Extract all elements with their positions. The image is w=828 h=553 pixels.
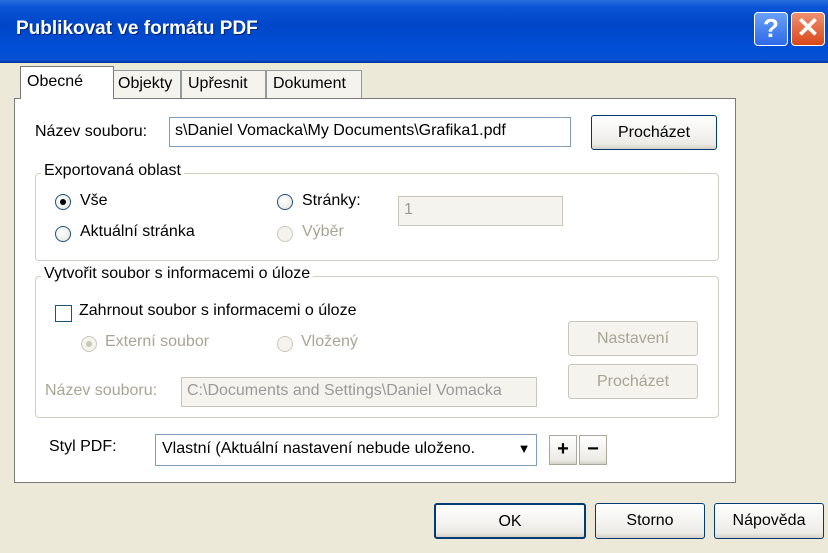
export-area-legend: Exportovaná oblast — [41, 162, 184, 180]
tab-upresnit[interactable]: Upřesnit — [181, 70, 266, 98]
title-bar[interactable]: Publikovat ve formátu PDF ? ✕ — [0, 0, 828, 63]
tab-objekty[interactable]: Objekty — [111, 70, 181, 98]
help-icon[interactable]: ? — [754, 12, 788, 46]
radio-external-file-label: Externí soubor — [105, 333, 210, 350]
tab-obecne[interactable]: Obecné — [20, 66, 114, 99]
settings-button[interactable]: Nastavení — [568, 321, 698, 356]
cancel-button[interactable]: Storno — [595, 503, 705, 539]
ok-button[interactable]: OK — [434, 503, 586, 539]
radio-pages-label: Stránky: — [302, 192, 361, 209]
include-job-info-label: Zahrnout soubor s informacemi o úloze — [79, 302, 357, 319]
radio-pages[interactable] — [277, 194, 293, 210]
pdf-style-value: Vlastní (Aktuální nastavení nebude ulože… — [162, 440, 476, 457]
tab-panel-general: Název souboru: s\Daniel Vomacka\My Docum… — [14, 98, 736, 483]
radio-embedded-label: Vložený — [301, 333, 358, 350]
radio-all[interactable] — [55, 194, 71, 210]
radio-current-page-label: Aktuální stránka — [80, 223, 195, 240]
pdf-style-select[interactable]: Vlastní (Aktuální nastavení nebude ulože… — [155, 434, 537, 466]
include-job-info-checkbox[interactable] — [55, 305, 72, 322]
radio-embedded[interactable] — [277, 336, 293, 352]
close-icon[interactable]: ✕ — [791, 12, 825, 46]
job-browse-button[interactable]: Procházet — [568, 364, 698, 399]
job-filename-input[interactable]: C:\Documents and Settings\Daniel Vomacka — [181, 377, 537, 407]
radio-selection[interactable] — [277, 226, 293, 242]
help-button[interactable]: Nápověda — [714, 503, 824, 539]
radio-all-label: Vše — [80, 192, 108, 209]
radio-current-page[interactable] — [55, 226, 71, 242]
radio-external-file[interactable] — [81, 336, 97, 352]
chevron-down-icon[interactable]: ▼ — [513, 436, 535, 464]
filename-input[interactable]: s\Daniel Vomacka\My Documents\Grafika1.p… — [169, 117, 571, 147]
pages-input[interactable]: 1 — [398, 196, 563, 226]
pdf-style-label: Styl PDF: — [49, 438, 117, 455]
job-filename-label: Název souboru: — [45, 382, 158, 399]
radio-selection-label: Výběr — [302, 223, 344, 240]
browse-button[interactable]: Procházet — [591, 115, 717, 150]
job-info-legend: Vytvořit soubor s informacemi o úloze — [41, 265, 314, 283]
window-title: Publikovat ve formátu PDF — [16, 18, 258, 39]
export-area-group — [35, 173, 719, 261]
tab-dokument[interactable]: Dokument — [266, 70, 362, 98]
filename-label: Název souboru: — [35, 123, 148, 140]
add-style-button[interactable]: + — [549, 435, 577, 465]
remove-style-button[interactable]: − — [579, 435, 607, 465]
